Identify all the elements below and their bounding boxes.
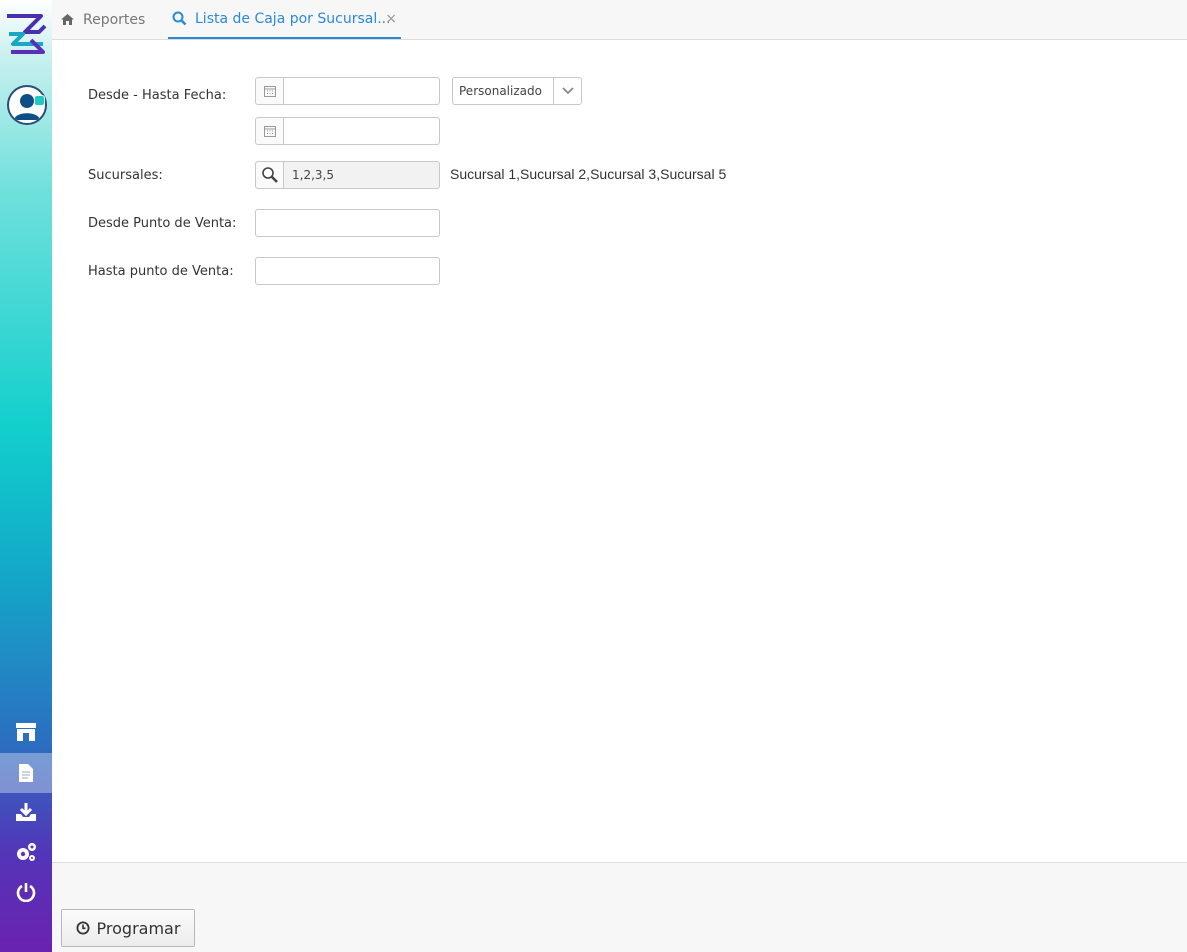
store-button[interactable] — [0, 712, 52, 752]
sucursales-names: Sucursal 1,Sucursal 2,Sucursal 3,Sucursa… — [450, 166, 727, 182]
home-icon — [61, 14, 74, 25]
programar-button[interactable]: Programar — [61, 909, 195, 947]
periodo-selected: Personalizado — [459, 84, 542, 98]
report-form: Desde - Hasta Fecha: Personalizado Sucur… — [52, 40, 1187, 862]
tab-lista-caja[interactable]: Lista de Caja por Sucursal... × — [168, 0, 401, 39]
desde-pv-field[interactable] — [255, 209, 440, 237]
calendar-icon[interactable] — [256, 118, 284, 144]
magnifier-icon[interactable] — [256, 162, 284, 188]
periodo-select[interactable]: Personalizado — [452, 77, 582, 105]
hasta-pv-label: Hasta punto de Venta: — [88, 264, 234, 279]
hasta-pv-field[interactable] — [255, 257, 440, 285]
download-icon — [16, 803, 36, 821]
fecha-desde-field[interactable] — [255, 77, 440, 105]
download-button[interactable] — [0, 792, 52, 832]
close-icon[interactable]: × — [385, 11, 397, 27]
logo-icon[interactable] — [5, 12, 48, 56]
calendar-icon[interactable] — [256, 78, 284, 104]
power-icon — [16, 883, 36, 902]
status-badge — [34, 95, 45, 106]
clock-icon — [76, 921, 90, 935]
power-button[interactable] — [0, 872, 52, 912]
search-icon — [172, 11, 187, 26]
chevron-down-icon[interactable] — [553, 78, 581, 104]
store-icon — [16, 723, 36, 741]
document-icon — [19, 764, 33, 782]
tab-reportes[interactable]: Reportes — [60, 0, 145, 39]
sucursales-label: Sucursales: — [88, 168, 163, 183]
desde-pv-label: Desde Punto de Venta: — [88, 216, 237, 231]
programar-label: Programar — [96, 918, 181, 938]
tab-lista-caja-label: Lista de Caja por Sucursal... — [195, 10, 391, 27]
fecha-label: Desde - Hasta Fecha: — [88, 88, 227, 103]
fecha-hasta-field[interactable] — [255, 117, 440, 145]
gears-icon — [17, 843, 36, 861]
sucursales-field[interactable]: 1,2,3,5 — [255, 161, 440, 189]
settings-button[interactable] — [0, 832, 52, 872]
sidebar — [0, 0, 52, 952]
tab-reportes-label: Reportes — [83, 11, 146, 28]
footer-bar: Programar — [52, 862, 1187, 952]
tab-bar: Reportes Lista de Caja por Sucursal... × — [52, 0, 1187, 40]
reports-button[interactable] — [0, 753, 52, 793]
sucursales-value: 1,2,3,5 — [292, 168, 334, 182]
